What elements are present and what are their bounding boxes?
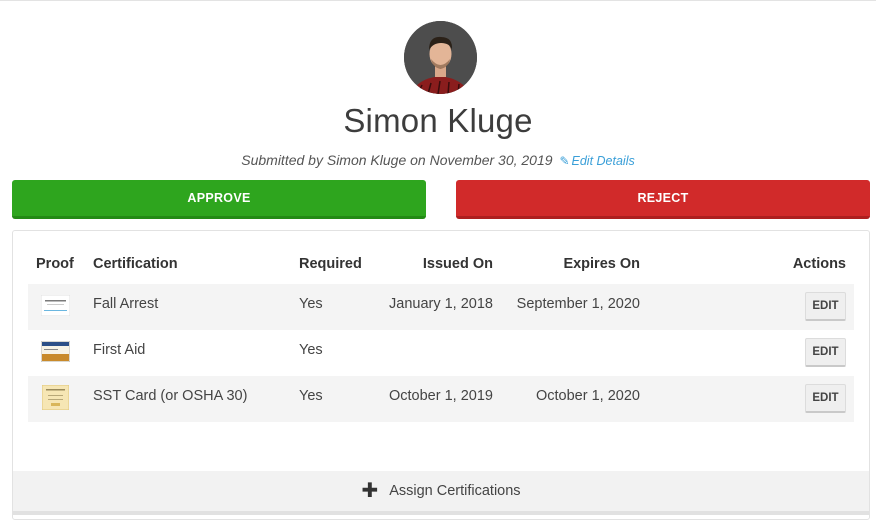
pencil-icon[interactable]: ✎ — [559, 154, 569, 168]
plus-icon: ✚ — [361, 480, 379, 502]
issued-on-value: October 1, 2019 — [389, 388, 493, 404]
header-required: Required — [299, 256, 362, 272]
certification-name: First Aid — [93, 342, 146, 358]
expires-on-value: October 1, 2020 — [536, 388, 640, 404]
approve-button[interactable]: APPROVE — [12, 180, 426, 219]
header-actions: Actions — [792, 256, 846, 272]
submitted-line: Submitted by Simon Kluge on November 30,… — [0, 152, 876, 168]
required-value: Yes — [299, 342, 323, 358]
header-expires-on: Expires On — [563, 256, 640, 272]
issued-on-value: January 1, 2018 — [389, 296, 493, 312]
profile-name: Simon Kluge — [343, 102, 533, 139]
expires-on-value: September 1, 2020 — [516, 296, 640, 312]
assign-certifications-button[interactable]: ✚ Assign Certifications — [13, 471, 869, 515]
edit-button[interactable]: EDIT — [805, 338, 846, 367]
avatar-photo — [404, 21, 477, 94]
certification-name: Fall Arrest — [93, 296, 159, 312]
top-divider — [0, 0, 876, 1]
avatar — [404, 21, 477, 94]
proof-thumbnail[interactable] — [40, 294, 71, 317]
assign-certifications-label: Assign Certifications — [389, 483, 521, 499]
header-proof: Proof — [36, 256, 74, 272]
edit-details-link[interactable]: Edit Details — [572, 154, 635, 168]
table-row — [28, 330, 854, 376]
edit-button[interactable]: EDIT — [805, 384, 846, 413]
header-issued-on: Issued On — [422, 256, 493, 272]
proof-thumbnail[interactable] — [41, 384, 70, 411]
edit-button[interactable]: EDIT — [805, 292, 846, 321]
proof-thumbnail[interactable] — [40, 340, 71, 363]
reject-button[interactable]: REJECT — [456, 180, 870, 219]
required-value: Yes — [299, 388, 323, 404]
header-certification: Certification — [93, 256, 178, 272]
submitted-text: Submitted by Simon Kluge on November 30,… — [241, 152, 553, 168]
certification-name: SST Card (or OSHA 30) — [93, 388, 248, 404]
required-value: Yes — [299, 296, 323, 312]
